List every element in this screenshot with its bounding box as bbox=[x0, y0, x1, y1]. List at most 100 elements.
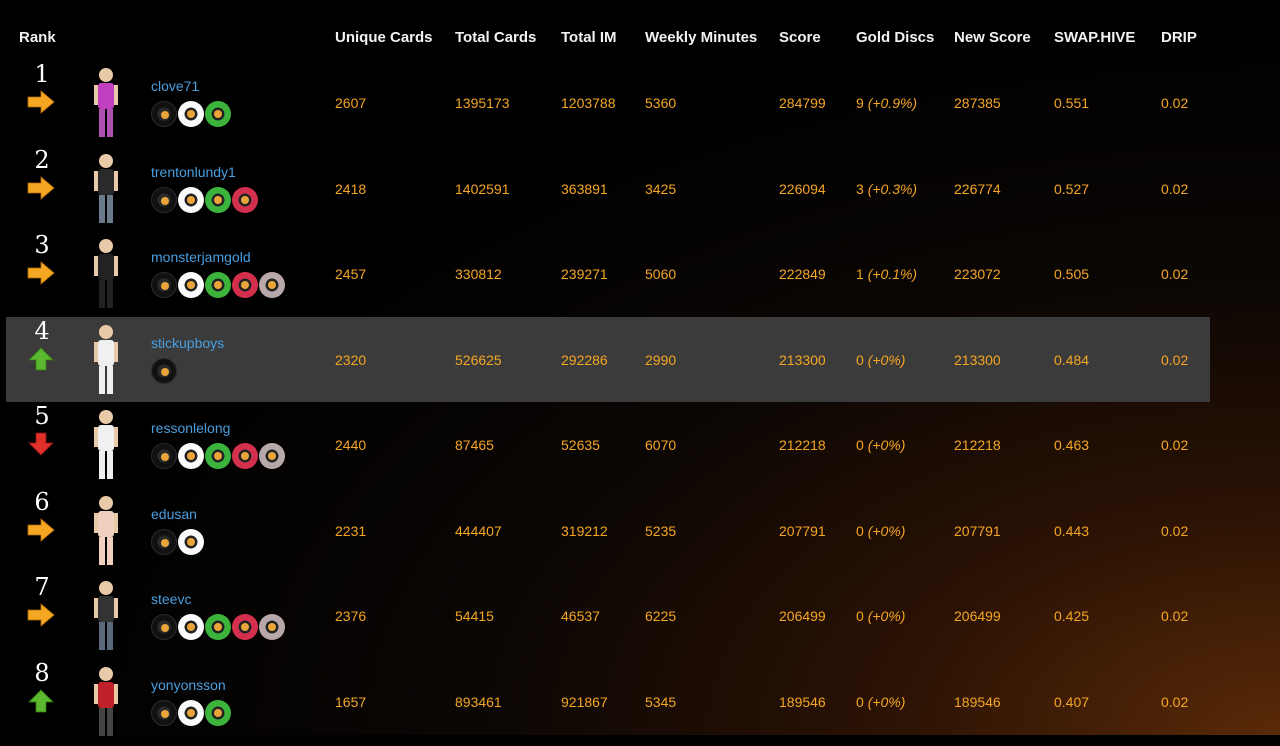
gold-discs-count: 0 bbox=[856, 523, 864, 539]
avatar[interactable] bbox=[84, 492, 128, 570]
table-row[interactable]: 4 stickupboys 2320 526625 292286 2990 213300 0 … bbox=[6, 317, 1210, 402]
rank-number: 4 bbox=[34, 317, 50, 345]
score-value: 222849 bbox=[779, 266, 826, 282]
white-disc-icon bbox=[178, 529, 204, 555]
rank-number: 7 bbox=[34, 573, 50, 601]
green-disc-icon bbox=[205, 101, 231, 127]
gold-discs-value: 0 (+0%) bbox=[856, 352, 905, 368]
disc-badges bbox=[151, 101, 232, 127]
total-im-value: 239271 bbox=[561, 266, 608, 282]
drip-value: 0.02 bbox=[1161, 266, 1189, 282]
gray-disc-icon bbox=[259, 443, 285, 469]
green-disc-icon bbox=[205, 614, 231, 640]
swaphive-value: 0.463 bbox=[1054, 437, 1090, 453]
header-unique-cards: Unique Cards bbox=[335, 29, 433, 46]
gray-disc-icon bbox=[259, 272, 285, 298]
gold-discs-value: 0 (+0%) bbox=[856, 608, 905, 624]
trend-up-arrow-icon bbox=[27, 347, 55, 371]
rank-number: 8 bbox=[34, 659, 50, 687]
table-row[interactable]: 1 clove71 2607 1395173 1203788 5360 284799 9 (+… bbox=[6, 60, 1210, 145]
swaphive-value: 0.484 bbox=[1054, 352, 1090, 368]
total-cards-value: 330812 bbox=[455, 266, 502, 282]
gold-discs-percent: (+0%) bbox=[867, 694, 906, 710]
drip-value: 0.02 bbox=[1161, 523, 1189, 539]
total-im-value: 319212 bbox=[561, 523, 608, 539]
table-row[interactable]: 2 trentonlundy1 2418 1402591 363891 3425 22609… bbox=[6, 146, 1210, 231]
avatar[interactable] bbox=[84, 663, 128, 741]
unique-cards-value: 1657 bbox=[335, 694, 367, 710]
black-disc-icon bbox=[151, 358, 177, 384]
gold-discs-percent: (+0%) bbox=[867, 352, 906, 368]
header-drip: DRIP bbox=[1161, 29, 1197, 46]
gold-discs-percent: (+0.1%) bbox=[867, 266, 918, 282]
username-link[interactable]: steevc bbox=[151, 591, 191, 607]
table-row[interactable]: 3 monsterjamgold 2457 330812 239271 5060 22284… bbox=[6, 231, 1210, 316]
rank-number: 5 bbox=[34, 402, 50, 430]
table-row[interactable]: 5 ressonlelong 2440 87465 52635 6070 212218 0 (… bbox=[6, 402, 1210, 487]
green-disc-icon bbox=[205, 187, 231, 213]
username-link[interactable]: clove71 bbox=[151, 78, 199, 94]
username-link[interactable]: edusan bbox=[151, 506, 197, 522]
rank-number: 1 bbox=[34, 60, 50, 88]
new-score-value: 212218 bbox=[954, 437, 1001, 453]
new-score-value: 206499 bbox=[954, 608, 1001, 624]
weekly-minutes-value: 5060 bbox=[645, 266, 677, 282]
drip-value: 0.02 bbox=[1161, 352, 1189, 368]
avatar[interactable] bbox=[84, 577, 128, 655]
disc-badges bbox=[151, 443, 286, 469]
weekly-minutes-value: 6070 bbox=[645, 437, 677, 453]
total-im-value: 363891 bbox=[561, 181, 608, 197]
username-link[interactable]: stickupboys bbox=[151, 335, 224, 351]
black-disc-icon bbox=[151, 443, 177, 469]
new-score-value: 189546 bbox=[954, 694, 1001, 710]
avatar[interactable] bbox=[84, 150, 128, 228]
new-score-value: 223072 bbox=[954, 266, 1001, 282]
drip-value: 0.02 bbox=[1161, 437, 1189, 453]
swaphive-value: 0.425 bbox=[1054, 608, 1090, 624]
table-row[interactable]: 6 edusan 2231 444407 319212 5235 207791 0 (+0%)… bbox=[6, 488, 1210, 573]
gray-disc-icon bbox=[259, 614, 285, 640]
username-link[interactable]: ressonlelong bbox=[151, 420, 230, 436]
total-cards-value: 1395173 bbox=[455, 95, 510, 111]
black-disc-icon bbox=[151, 529, 177, 555]
swaphive-value: 0.407 bbox=[1054, 694, 1090, 710]
username-link[interactable]: monsterjamgold bbox=[151, 249, 251, 265]
unique-cards-value: 2231 bbox=[335, 523, 367, 539]
total-cards-value: 87465 bbox=[455, 437, 494, 453]
avatar[interactable] bbox=[84, 235, 128, 313]
green-disc-icon bbox=[205, 272, 231, 298]
black-disc-icon bbox=[151, 187, 177, 213]
header-new-score: New Score bbox=[954, 29, 1031, 46]
new-score-value: 207791 bbox=[954, 523, 1001, 539]
gold-discs-count: 0 bbox=[856, 352, 864, 368]
gold-discs-value: 0 (+0%) bbox=[856, 694, 905, 710]
header-total-cards: Total Cards bbox=[455, 29, 537, 46]
rank-number: 3 bbox=[34, 231, 50, 259]
score-value: 213300 bbox=[779, 352, 826, 368]
white-disc-icon bbox=[178, 101, 204, 127]
gold-discs-value: 0 (+0%) bbox=[856, 523, 905, 539]
trend-right-arrow-icon bbox=[27, 518, 55, 542]
avatar[interactable] bbox=[84, 406, 128, 484]
gold-discs-percent: (+0%) bbox=[867, 437, 906, 453]
username-link[interactable]: yonyonsson bbox=[151, 677, 226, 693]
header-gold-discs: Gold Discs bbox=[856, 29, 935, 46]
swaphive-value: 0.443 bbox=[1054, 523, 1090, 539]
avatar[interactable] bbox=[84, 321, 128, 399]
avatar[interactable] bbox=[84, 64, 128, 142]
disc-badges bbox=[151, 614, 286, 640]
trend-right-arrow-icon bbox=[27, 603, 55, 627]
table-row[interactable]: 8 yonyonsson 1657 893461 921867 5345 189546 0 (… bbox=[6, 659, 1210, 744]
username-link[interactable]: trentonlundy1 bbox=[151, 164, 236, 180]
disc-badges bbox=[151, 358, 178, 384]
weekly-minutes-value: 3425 bbox=[645, 181, 677, 197]
trend-up-arrow-icon bbox=[27, 689, 55, 713]
total-im-value: 52635 bbox=[561, 437, 600, 453]
header-swaphive: SWAP.HIVE bbox=[1054, 29, 1136, 46]
table-row[interactable]: 7 steevc 2376 54415 46537 6225 206499 0 (+0%) 20… bbox=[6, 573, 1210, 658]
drip-value: 0.02 bbox=[1161, 608, 1189, 624]
score-value: 207791 bbox=[779, 523, 826, 539]
table-header: Rank Unique Cards Total Cards Total IM W… bbox=[0, 0, 1280, 64]
weekly-minutes-value: 5360 bbox=[645, 95, 677, 111]
header-total-im: Total IM bbox=[561, 29, 617, 46]
